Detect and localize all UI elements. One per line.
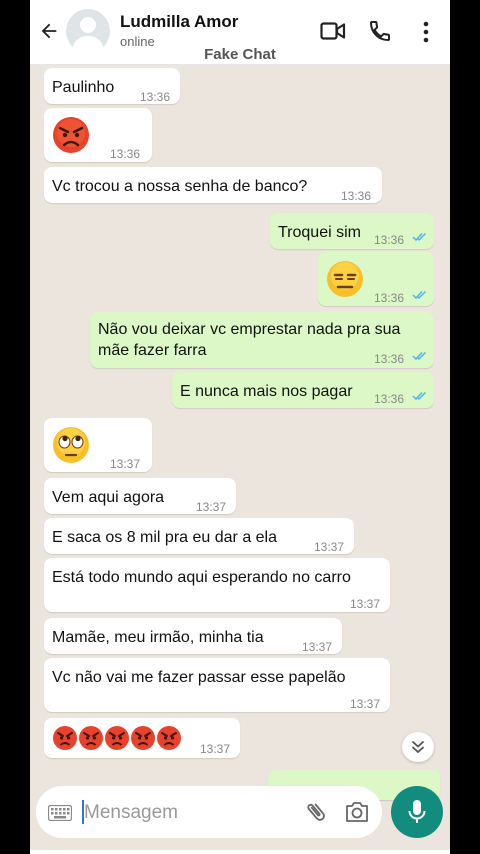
read-receipt-icon xyxy=(412,232,427,242)
face-with-rolling-eyes-emoji xyxy=(53,427,89,463)
keyboard-icon[interactable] xyxy=(48,805,72,821)
message-time: 13:37 xyxy=(196,500,227,514)
phone-call-icon[interactable] xyxy=(368,19,392,43)
message-incoming-emoji[interactable]: 13:37 xyxy=(44,718,240,758)
message-incoming[interactable]: Vem aqui agora 13:37 xyxy=(44,478,236,514)
video-call-icon[interactable] xyxy=(320,20,346,42)
read-receipt-icon xyxy=(412,391,427,401)
message-outgoing[interactable]: Troquei sim 13:36 xyxy=(270,213,434,249)
message-time: 13:36 xyxy=(140,90,171,104)
message-input[interactable]: Mensagem xyxy=(84,802,178,824)
message-text: Vem aqui agora xyxy=(52,489,165,506)
message-incoming-emoji[interactable]: 13:36 xyxy=(44,108,152,162)
message-time: 13:37 xyxy=(350,697,381,711)
angry-face-emoji-row xyxy=(53,726,181,750)
message-text: Paulinho xyxy=(52,79,115,96)
angry-face-emoji xyxy=(53,117,89,153)
message-outgoing[interactable]: Não vou deixar vc emprestar nada pra sua… xyxy=(90,312,434,368)
message-text: Troquei sim xyxy=(278,224,361,241)
chat-header: Ludmilla Amor online Fake Chat xyxy=(30,0,450,65)
scroll-to-bottom-button[interactable] xyxy=(402,732,434,762)
message-text-line2: mãe fazer farra xyxy=(98,342,207,359)
message-outgoing-emoji[interactable]: 13:36 xyxy=(318,252,434,306)
message-incoming[interactable]: E saca os 8 mil pra eu dar a ela 13:37 xyxy=(44,518,354,554)
message-text: E saca os 8 mil pra eu dar a ela xyxy=(52,529,278,546)
message-time: 13:36 xyxy=(374,392,405,406)
message-incoming[interactable]: Vc trocou a nossa senha de banco? 13:36 xyxy=(44,167,382,203)
read-receipt-icon xyxy=(412,351,427,361)
message-time: 13:37 xyxy=(302,640,333,654)
message-time: 13:36 xyxy=(341,189,372,203)
message-incoming[interactable]: Está todo mundo aqui esperando no carro … xyxy=(44,558,390,612)
message-incoming[interactable]: Vc não vai me fazer passar esse papelão … xyxy=(44,658,390,712)
message-composer[interactable]: Mensagem xyxy=(36,786,382,838)
message-text: Está todo mundo aqui esperando no carro xyxy=(52,569,351,586)
message-time: 13:36 xyxy=(110,147,141,161)
message-text: Vc não vai me fazer passar esse papelão xyxy=(52,669,346,686)
message-time: 13:37 xyxy=(200,742,231,756)
message-time: 13:36 xyxy=(374,291,405,305)
system-nav-bar xyxy=(30,850,450,854)
more-options-icon[interactable] xyxy=(420,20,432,44)
message-time: 13:37 xyxy=(110,457,141,471)
message-incoming[interactable]: Paulinho 13:36 xyxy=(44,68,180,104)
message-outgoing[interactable]: E nunca mais nos pagar 13:36 xyxy=(172,372,434,408)
microphone-icon xyxy=(408,800,426,823)
read-receipt-icon xyxy=(412,290,427,300)
chat-screen: Ludmilla Amor online Fake Chat Paulinho … xyxy=(30,0,450,854)
camera-icon[interactable] xyxy=(344,800,370,824)
voice-message-button[interactable] xyxy=(391,786,443,838)
message-time: 13:36 xyxy=(374,233,405,247)
back-arrow-icon[interactable] xyxy=(38,20,60,42)
contact-name[interactable]: Ludmilla Amor xyxy=(120,12,238,32)
avatar-head xyxy=(80,17,96,33)
message-text: Mamãe, meu irmão, minha tia xyxy=(52,629,264,646)
message-time: 13:37 xyxy=(350,597,381,611)
message-time: 13:36 xyxy=(374,352,405,366)
message-text: Vc trocou a nossa senha de banco? xyxy=(52,178,308,195)
expressionless-face-emoji xyxy=(327,261,363,297)
double-chevron-down-icon xyxy=(412,741,424,754)
message-text-line1: Não vou deixar vc emprestar nada pra sua xyxy=(98,321,401,338)
message-incoming[interactable]: Mamãe, meu irmão, minha tia 13:37 xyxy=(44,618,342,654)
message-list[interactable]: Paulinho 13:36 13:36 Vc trocou a nossa s… xyxy=(30,65,450,800)
paperclip-icon[interactable] xyxy=(304,800,328,824)
page-subtitle: Fake Chat xyxy=(204,46,276,63)
message-incoming-emoji[interactable]: 13:37 xyxy=(44,418,152,472)
message-time: 13:37 xyxy=(314,540,345,554)
message-text: E nunca mais nos pagar xyxy=(180,383,353,400)
